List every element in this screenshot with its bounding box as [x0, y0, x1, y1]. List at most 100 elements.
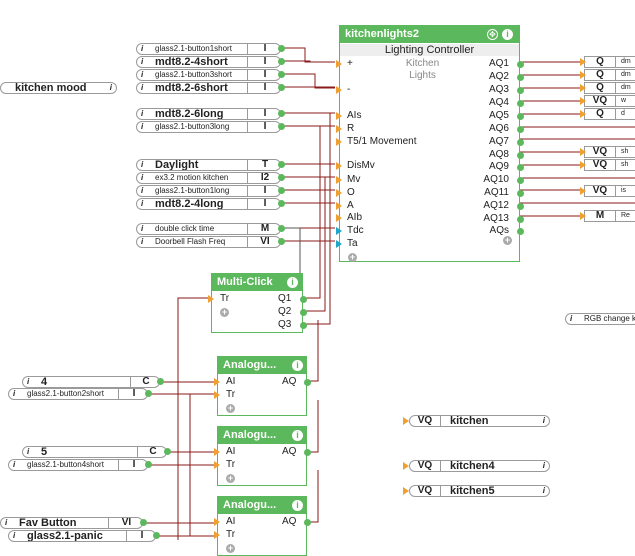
add-output-icon[interactable]: + [503, 236, 512, 245]
output-connector[interactable]: M Re [584, 210, 635, 222]
input-connector[interactable]: i mdt8.2-6long I [136, 108, 281, 120]
input-pin[interactable] [336, 86, 342, 94]
input-pin[interactable] [336, 60, 342, 68]
input-pin[interactable] [580, 110, 586, 118]
add-input-icon[interactable]: + [226, 404, 235, 413]
vq-connector[interactable]: VQ kitchen4 i [409, 460, 550, 472]
output-pin[interactable] [278, 174, 285, 181]
analog-block[interactable]: Analogu... i AI Tr AQ + [214, 426, 311, 486]
output-pin[interactable] [164, 448, 171, 455]
output-pin[interactable] [304, 379, 311, 386]
move-icon[interactable]: ✥ [487, 29, 498, 40]
output-pin[interactable] [278, 123, 285, 130]
input-connector[interactable]: i ex3.2 motion kitchen I2 [136, 172, 281, 184]
output-pin[interactable] [517, 100, 524, 107]
info-icon[interactable]: i [292, 430, 303, 441]
add-input-icon[interactable]: + [226, 544, 235, 553]
input-pin[interactable] [336, 227, 342, 235]
output-pin[interactable] [278, 200, 285, 207]
output-connector[interactable]: VQ w [584, 95, 635, 107]
input-pin[interactable] [336, 202, 342, 210]
input-pin[interactable] [580, 58, 586, 66]
output-pin[interactable] [517, 74, 524, 81]
vq-connector[interactable]: VQ kitchen i [409, 415, 550, 427]
kitchen-mood-connector[interactable]: kitchen mood i [0, 82, 117, 94]
add-input-icon[interactable]: + [226, 474, 235, 483]
input-pin[interactable] [336, 162, 342, 170]
input-pin[interactable] [336, 240, 342, 248]
input-pin[interactable] [580, 148, 586, 156]
output-pin[interactable] [304, 449, 311, 456]
output-pin[interactable] [304, 519, 311, 526]
output-pin[interactable] [517, 139, 524, 146]
main-block-kitchenlights2[interactable]: kitchenlights2 ✥ i Lighting Controller K… [336, 25, 524, 262]
info-icon[interactable]: i [292, 500, 303, 511]
analog-block[interactable]: Analogu... i AI Tr AQ + [214, 496, 311, 556]
memory-connector[interactable]: i glass2.1-panic I [8, 530, 156, 542]
memory-connector[interactable]: i5C [22, 446, 167, 458]
input-connector[interactable]: i glass2.1-button3short I [136, 69, 281, 81]
analog-block[interactable]: Analogu... i AI Tr AQ + [214, 356, 311, 416]
output-connector[interactable]: VQ sh [584, 159, 635, 171]
output-pin[interactable] [278, 45, 285, 52]
output-pin[interactable] [517, 203, 524, 210]
input-pin[interactable] [336, 214, 342, 222]
output-pin[interactable] [517, 177, 524, 184]
input-pin[interactable] [336, 176, 342, 184]
output-pin[interactable] [300, 296, 307, 303]
output-pin[interactable] [300, 309, 307, 316]
output-connector[interactable]: Qdm [584, 56, 635, 68]
add-input-icon[interactable]: + [348, 253, 357, 262]
input-pin[interactable] [336, 138, 342, 146]
output-pin[interactable] [140, 519, 147, 526]
input-pin[interactable] [580, 212, 586, 220]
input-pin[interactable] [403, 462, 409, 470]
output-pin[interactable] [278, 110, 285, 117]
output-pin[interactable] [517, 113, 524, 120]
add-input-icon[interactable]: + [220, 308, 229, 317]
info-icon[interactable]: i [287, 277, 298, 288]
output-pin[interactable] [517, 216, 524, 223]
input-pin[interactable] [214, 391, 220, 399]
info-icon[interactable]: i [502, 29, 513, 40]
output-pin[interactable] [278, 238, 285, 245]
output-pin[interactable] [517, 61, 524, 68]
input-connector[interactable]: i glass2.1-button1short I [136, 43, 281, 55]
output-pin[interactable] [300, 322, 307, 329]
output-pin[interactable] [278, 161, 285, 168]
vq-connector[interactable]: VQ kitchen5 i [409, 485, 550, 497]
input-pin[interactable] [214, 448, 220, 456]
input-pin[interactable] [214, 378, 220, 386]
input-connector[interactable]: i glass2.1-button3long I [136, 121, 281, 133]
output-pin[interactable] [517, 126, 524, 133]
output-connector[interactable]: VQ sh [584, 146, 635, 158]
input-pin[interactable] [580, 161, 586, 169]
output-pin[interactable] [517, 164, 524, 171]
input-pin[interactable] [403, 417, 409, 425]
output-pin[interactable] [278, 84, 285, 91]
memory-connector[interactable]: i glass2.1-button4short I [8, 459, 148, 471]
input-pin[interactable] [208, 295, 214, 303]
input-pin[interactable] [214, 531, 220, 539]
input-pin[interactable] [580, 71, 586, 79]
output-pin[interactable] [278, 225, 285, 232]
input-connector[interactable]: i Daylight T [136, 159, 281, 171]
output-pin[interactable] [153, 532, 160, 539]
input-pin[interactable] [336, 112, 342, 120]
output-pin[interactable] [157, 378, 164, 385]
input-connector[interactable]: i double click time M [136, 223, 281, 235]
input-pin[interactable] [214, 518, 220, 526]
output-pin[interactable] [517, 152, 524, 159]
output-connector[interactable]: VQ is [584, 185, 635, 197]
input-connector[interactable]: i mdt8.2-4long I [136, 198, 281, 210]
output-connector[interactable]: Qdm [584, 69, 635, 81]
output-pin[interactable] [278, 58, 285, 65]
input-pin[interactable] [580, 187, 586, 195]
info-icon[interactable]: i [292, 360, 303, 371]
output-connector[interactable]: Qdm [584, 82, 635, 94]
input-pin[interactable] [403, 487, 409, 495]
output-pin[interactable] [517, 190, 524, 197]
output-pin[interactable] [278, 71, 285, 78]
multi-click-block[interactable]: Multi-Click i Tr Q1 Q2 Q3 + [208, 273, 307, 333]
output-pin[interactable] [145, 390, 152, 397]
